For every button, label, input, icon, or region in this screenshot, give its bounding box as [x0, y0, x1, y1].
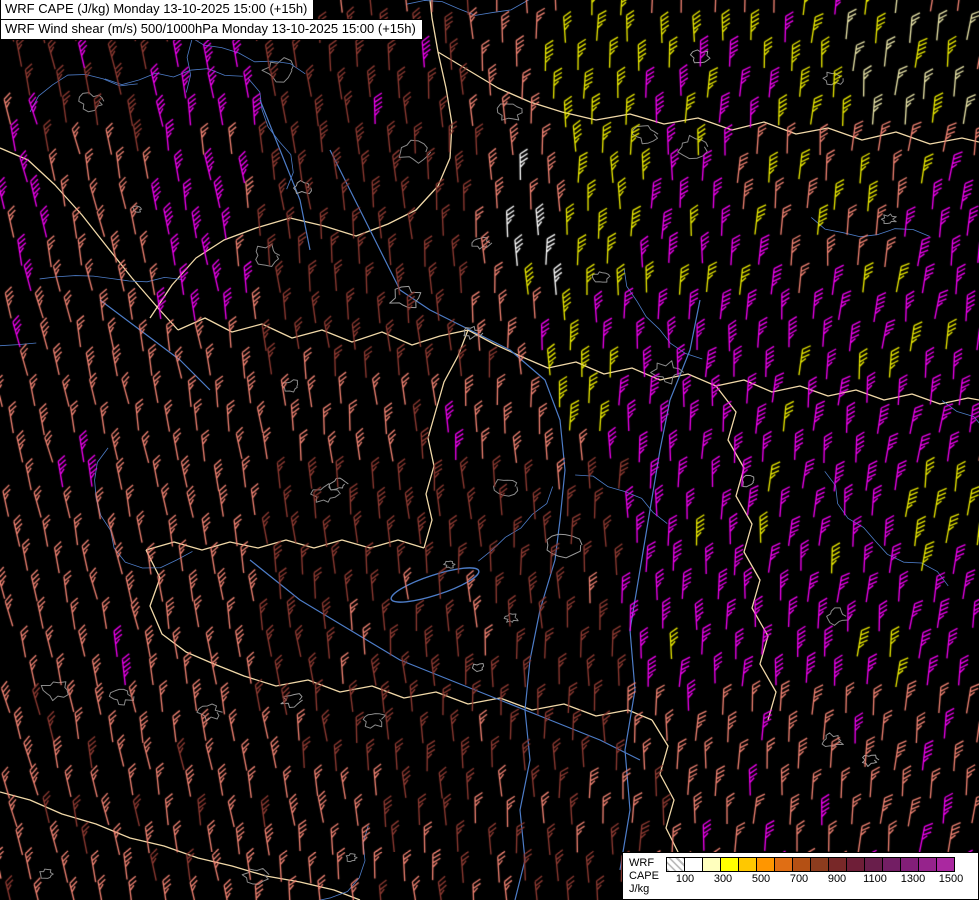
legend-tick-label: 100: [676, 873, 694, 885]
legend-tick-label: 900: [828, 873, 846, 885]
wind-barb-layer: [0, 0, 979, 900]
legend-model: WRF: [629, 857, 659, 870]
legend-tick-label: 1500: [939, 873, 963, 885]
legend-swatch: [810, 857, 829, 872]
legend-tick-label: 500: [752, 873, 770, 885]
legend-tick-label: 1300: [901, 873, 925, 885]
legend-swatch: [900, 857, 919, 872]
legend-tick-label: 700: [790, 873, 808, 885]
map-titles: WRF CAPE (J/kg) Monday 13-10-2025 15:00 …: [0, 0, 423, 40]
legend-swatch: [864, 857, 883, 872]
title-wind-shear: WRF Wind shear (m/s) 500/1000hPa Monday …: [0, 19, 423, 40]
legend-caption: WRF CAPE J/kg: [629, 857, 659, 896]
legend-tick-label: 300: [714, 873, 732, 885]
legend-swatch: [666, 857, 685, 872]
legend-swatch: [738, 857, 757, 872]
legend-swatch: [828, 857, 847, 872]
legend-variable: CAPE: [629, 870, 659, 883]
legend-swatch: [918, 857, 937, 872]
legend-tick-label: 1100: [863, 873, 887, 885]
legend-swatch: [774, 857, 793, 872]
legend-swatches: [666, 857, 972, 872]
legend-swatch: [846, 857, 865, 872]
legend-swatch: [684, 857, 703, 872]
legend-tick-labels: 100 300 500 700 900 1100 1300 1500: [666, 873, 972, 887]
legend-scale: 100 300 500 700 900 1100 1300 1500: [666, 857, 972, 887]
legend-swatch: [792, 857, 811, 872]
legend-swatch: [936, 857, 955, 872]
title-cape: WRF CAPE (J/kg) Monday 13-10-2025 15:00 …: [0, 0, 314, 20]
legend-units: J/kg: [629, 883, 659, 896]
legend-swatch: [882, 857, 901, 872]
legend-swatch: [756, 857, 775, 872]
legend-swatch: [702, 857, 721, 872]
legend-swatch: [720, 857, 739, 872]
weather-map: WRF CAPE (J/kg) Monday 13-10-2025 15:00 …: [0, 0, 979, 900]
cape-legend: WRF CAPE J/kg 100 300 500 700 900 1100 1300 150…: [622, 852, 979, 900]
